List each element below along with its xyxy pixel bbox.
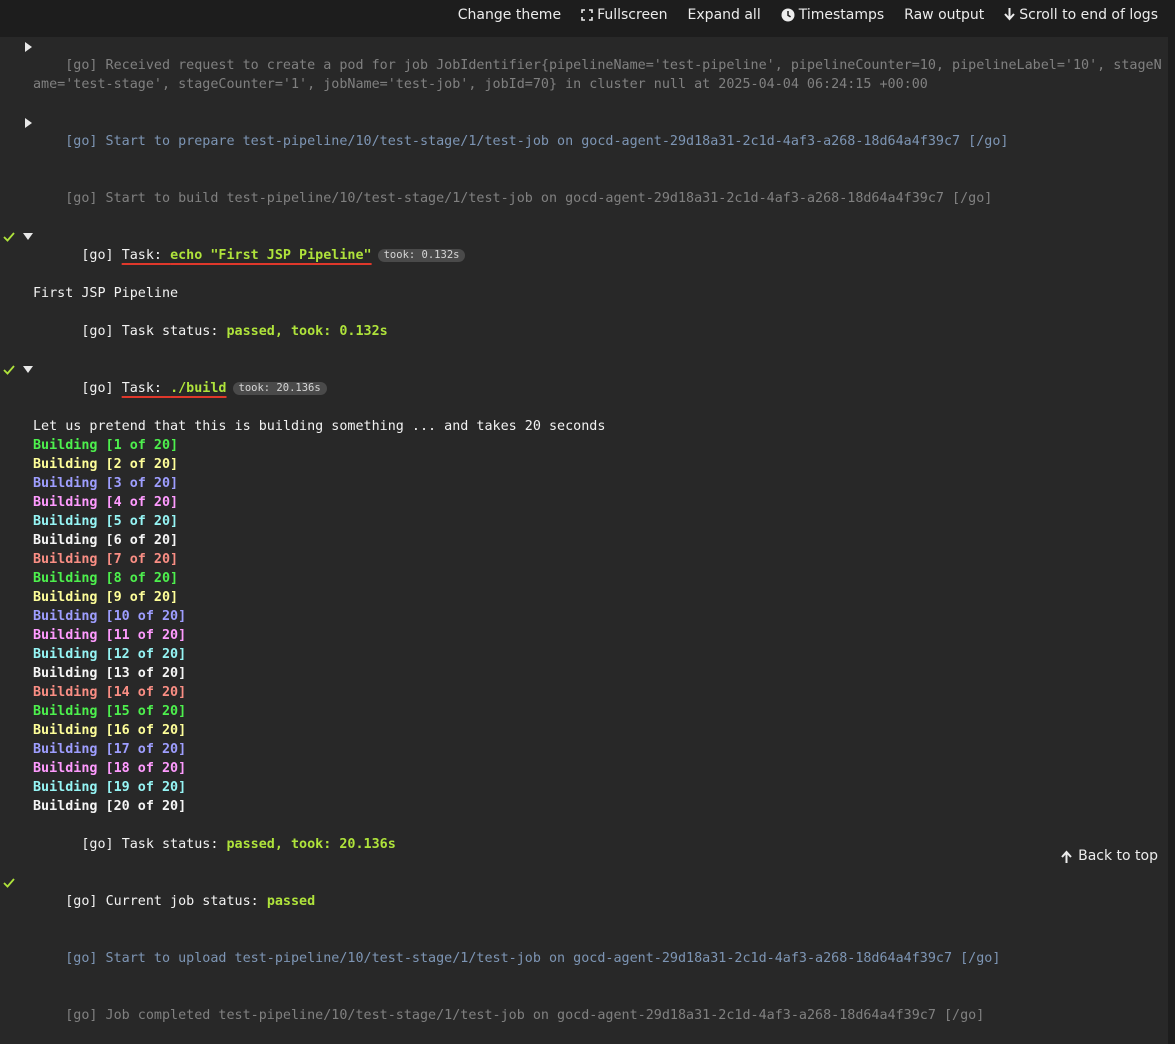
job-status-line: [go] Current job status: passed bbox=[0, 873, 1168, 930]
log-text: Received request to create a pod for job… bbox=[33, 58, 1162, 92]
change-theme-button[interactable]: Change theme bbox=[458, 7, 561, 23]
task-label: Task: bbox=[121, 381, 171, 396]
log-line-upload: [go] Start to upload test-pipeline/10/te… bbox=[0, 930, 1168, 987]
log-prefix: [go] bbox=[65, 951, 98, 966]
log-prefix: [go] bbox=[65, 58, 98, 73]
building-line: Building [4 of 20] bbox=[0, 493, 1168, 512]
task-duration-badge: took: 20.136s bbox=[232, 382, 327, 395]
building-line: Building [10 of 20] bbox=[0, 607, 1168, 626]
task-status-label: Task status: bbox=[121, 324, 227, 339]
task-duration-badge: took: 0.132s bbox=[377, 249, 466, 262]
log-line-prepare: [go] Start to prepare test-pipeline/10/t… bbox=[0, 113, 1168, 170]
timestamps-button[interactable]: Timestamps bbox=[781, 7, 884, 23]
back-to-top-label: Back to top bbox=[1078, 848, 1158, 864]
building-line: Building [13 of 20] bbox=[0, 664, 1168, 683]
log-line-completed: [go] Job completed test-pipeline/10/test… bbox=[0, 987, 1168, 1044]
check-icon bbox=[2, 360, 16, 379]
building-line: Building [7 of 20] bbox=[0, 550, 1168, 569]
back-to-top-button[interactable]: Back to top bbox=[1061, 848, 1158, 864]
log-text: Start to build test-pipeline/10/test-sta… bbox=[97, 191, 993, 206]
fullscreen-label: Fullscreen bbox=[597, 7, 668, 23]
clock-icon bbox=[781, 8, 795, 22]
task-section-build: [go] Task: ./build took: 20.136s Let us p… bbox=[0, 360, 1168, 873]
task-header-echo[interactable]: [go] Task: echo "First JSP Pipeline" took… bbox=[0, 227, 1168, 284]
log-prefix: [go] bbox=[81, 381, 114, 396]
log-prefix: [go] bbox=[65, 191, 98, 206]
fullscreen-icon bbox=[581, 9, 593, 21]
building-line: Building [12 of 20] bbox=[0, 645, 1168, 664]
task-status-value: passed, took: 20.136s bbox=[226, 837, 396, 852]
building-line: Building [11 of 20] bbox=[0, 626, 1168, 645]
building-line: Building [20 of 20] bbox=[0, 797, 1168, 816]
task-command: echo "First JSP Pipeline" bbox=[170, 248, 372, 263]
caret-down-icon[interactable] bbox=[23, 360, 33, 379]
building-line: Building [18 of 20] bbox=[0, 759, 1168, 778]
caret-down-icon[interactable] bbox=[23, 227, 33, 246]
log-text: Job completed test-pipeline/10/test-stag… bbox=[97, 1008, 985, 1023]
log-prefix: [go] bbox=[65, 894, 98, 909]
job-status-value: passed bbox=[266, 894, 316, 909]
log-prefix: [go] bbox=[81, 837, 114, 852]
building-line: Building [1 of 20] bbox=[0, 436, 1168, 455]
building-line: Building [3 of 20] bbox=[0, 474, 1168, 493]
console-log: [go] Received request to create a pod fo… bbox=[0, 37, 1168, 1044]
building-line: Building [5 of 20] bbox=[0, 512, 1168, 531]
check-icon bbox=[2, 227, 16, 246]
task-output: First JSP Pipeline bbox=[0, 284, 1168, 303]
caret-right-icon[interactable] bbox=[23, 113, 33, 132]
task-header-build[interactable]: [go] Task: ./build took: 20.136s bbox=[0, 360, 1168, 417]
log-line-build: [go] Start to build test-pipeline/10/tes… bbox=[0, 170, 1168, 227]
log-prefix: [go] bbox=[65, 1008, 98, 1023]
building-line: Building [19 of 20] bbox=[0, 778, 1168, 797]
check-icon bbox=[2, 873, 16, 892]
building-line: Building [16 of 20] bbox=[0, 721, 1168, 740]
log-text: Start to upload test-pipeline/10/test-st… bbox=[97, 951, 1001, 966]
task-section-echo: [go] Task: echo "First JSP Pipeline" took… bbox=[0, 227, 1168, 360]
job-status-label: Current job status: bbox=[105, 894, 267, 909]
task-status-value: passed, took: 0.132s bbox=[226, 324, 388, 339]
log-text: Start to prepare test-pipeline/10/test-s… bbox=[97, 134, 1009, 149]
timestamps-label: Timestamps bbox=[798, 7, 885, 23]
building-line: Building [17 of 20] bbox=[0, 740, 1168, 759]
building-line: Building [15 of 20] bbox=[0, 702, 1168, 721]
scroll-to-end-button[interactable]: Scroll to end of logs bbox=[1004, 7, 1158, 23]
expand-all-button[interactable]: Expand all bbox=[688, 7, 761, 23]
scroll-to-end-label: Scroll to end of logs bbox=[1019, 7, 1158, 23]
task-status-line: [go] Task status: passed, took: 20.136s bbox=[0, 816, 1168, 873]
arrow-down-icon bbox=[1004, 8, 1015, 22]
building-line: Building [6 of 20] bbox=[0, 531, 1168, 550]
task-status-line: [go] Task status: passed, took: 0.132s bbox=[0, 303, 1168, 360]
building-line: Building [8 of 20] bbox=[0, 569, 1168, 588]
building-line: Building [14 of 20] bbox=[0, 683, 1168, 702]
fullscreen-button[interactable]: Fullscreen bbox=[581, 7, 668, 23]
building-line: Building [9 of 20] bbox=[0, 588, 1168, 607]
task-output: Let us pretend that this is building som… bbox=[0, 417, 1168, 436]
arrow-up-icon bbox=[1061, 850, 1072, 863]
log-prefix: [go] bbox=[65, 134, 98, 149]
building-line: Building [2 of 20] bbox=[0, 455, 1168, 474]
task-status-label: Task status: bbox=[121, 837, 227, 852]
log-line-received: [go] Received request to create a pod fo… bbox=[0, 37, 1168, 113]
task-label: Task: bbox=[121, 248, 171, 263]
log-prefix: [go] bbox=[81, 324, 114, 339]
log-prefix: [go] bbox=[81, 248, 114, 263]
log-toolbar: Change theme Fullscreen Expand all Times… bbox=[0, 0, 1175, 30]
caret-right-icon[interactable] bbox=[23, 37, 33, 56]
task-command: ./build bbox=[170, 381, 227, 396]
raw-output-button[interactable]: Raw output bbox=[904, 7, 984, 23]
